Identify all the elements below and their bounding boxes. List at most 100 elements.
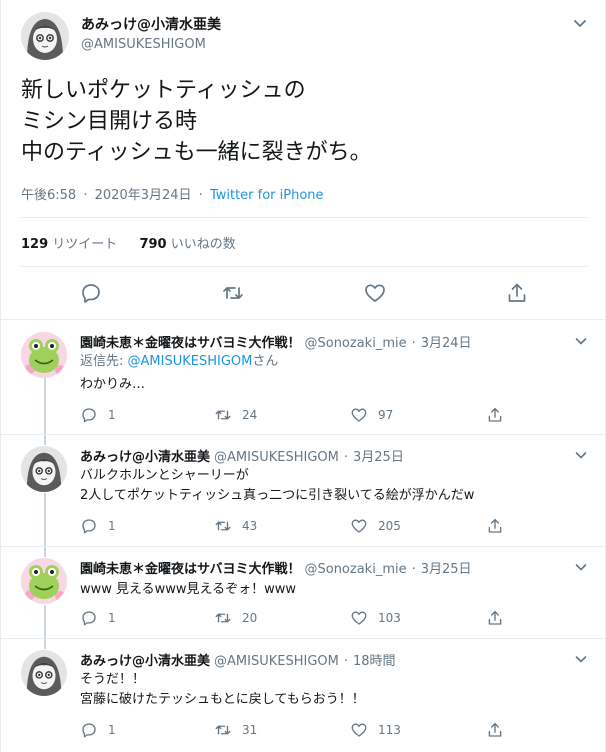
reply-tweet[interactable]: 園崎未恵＊金曜夜はサバヨミ大作戦！ @Sonozaki_mie · 3月25日 www…: [1, 547, 606, 639]
like-action[interactable]: 103: [350, 609, 401, 627]
reply-icon[interactable]: [79, 281, 103, 305]
author-handle[interactable]: @AMISUKESHIGOM: [214, 654, 339, 669]
reply-to-handle[interactable]: @AMISUKESHIGOM: [128, 354, 253, 369]
divider: [21, 266, 587, 267]
retweet-icon: [215, 521, 231, 531]
reply-header: あみっけ@小清水亜美 @AMISUKESHIGOM · 3月25日: [80, 446, 404, 465]
retweet-action[interactable]: 20: [214, 609, 257, 627]
reply-to-suffix: さん: [252, 354, 279, 369]
author-name[interactable]: あみっけ@小清水亜美: [81, 14, 221, 34]
likes-label: いいねの数: [170, 237, 236, 252]
retweet-action[interactable]: 24: [214, 406, 257, 424]
separator: ·: [198, 188, 203, 203]
reply-icon: [82, 611, 96, 626]
reply-count: 1: [108, 611, 116, 625]
retweet-count: 43: [242, 519, 258, 533]
retweet-count: 31: [242, 723, 258, 737]
share-icon[interactable]: [505, 281, 529, 305]
retweet-action[interactable]: 43: [214, 517, 257, 535]
like-action[interactable]: 205: [350, 517, 401, 535]
retweets-stat[interactable]: 129 リツイート: [21, 237, 121, 252]
reply-action[interactable]: 1: [80, 721, 116, 739]
reply-text-line: 宮藤に破けたテッシュもとに戻してもらおう！！: [80, 692, 365, 707]
reply-action[interactable]: 1: [80, 406, 116, 424]
author-handle[interactable]: @Sonozaki_mie: [304, 336, 406, 351]
reply-tweet[interactable]: 園崎未恵＊金曜夜はサバヨミ大作戦！ @Sonozaki_mie · 3月24日 返信先…: [1, 320, 606, 435]
reply-text-line: www 見えるwww見えるぞォ！www: [80, 582, 297, 597]
reply-icon: [82, 723, 96, 738]
retweet-icon: [215, 410, 231, 420]
share-icon[interactable]: [486, 406, 504, 424]
tweet-source[interactable]: Twitter for iPhone: [210, 188, 324, 203]
retweets-label: リツイート: [52, 237, 118, 252]
separator: ·: [343, 654, 348, 669]
retweet-icon[interactable]: [221, 281, 245, 305]
reply-text-line: そうだ！！: [80, 672, 146, 687]
reply-text: そうだ！！ 宮藤に破けたテッシュもとに戻してもらおう！！: [80, 670, 365, 710]
chevron-down-icon[interactable]: [573, 447, 589, 463]
reply-count: 1: [108, 408, 116, 422]
retweets-count: 129: [21, 237, 49, 252]
divider: [21, 217, 587, 218]
author-name[interactable]: あみっけ@小清水亜美: [80, 450, 210, 465]
like-icon: [351, 723, 367, 737]
avatar-sonozaki[interactable]: [21, 332, 67, 378]
separator: ·: [411, 562, 416, 577]
thread-line: [44, 605, 46, 638]
tweet-text-line: ミシン目開ける時: [21, 109, 198, 134]
chevron-down-icon[interactable]: [573, 651, 589, 667]
thread-line: [44, 435, 46, 445]
reply-header: 園崎未恵＊金曜夜はサバヨミ大作戦！ @Sonozaki_mie · 3月25日: [80, 558, 472, 577]
tweet-date[interactable]: 3月25日: [421, 562, 472, 577]
like-count: 103: [378, 611, 401, 625]
reply-text: わかりみ…: [80, 375, 145, 395]
like-icon[interactable]: [363, 281, 387, 305]
share-icon[interactable]: [486, 517, 504, 535]
reply-tweet[interactable]: あみっけ@小清水亜美 @AMISUKESHIGOM · 3月25日 バルクホルンとシャ…: [1, 435, 606, 547]
reply-action[interactable]: 1: [80, 517, 116, 535]
tweet-timestamp: 午後6:58 · 2020年3月24日 · Twitter for iPhone: [21, 184, 324, 203]
tweet-date[interactable]: 2020年3月24日: [95, 188, 192, 203]
author-handle[interactable]: @AMISUKESHIGOM: [81, 37, 206, 52]
like-count: 113: [378, 723, 401, 737]
avatar-sonozaki[interactable]: [21, 558, 67, 604]
thread-line: [44, 493, 46, 546]
like-count: 97: [378, 408, 394, 422]
reply-icon: [82, 519, 96, 534]
tweet-date[interactable]: 18時間: [353, 654, 396, 669]
avatar-amisuke[interactable]: [21, 650, 67, 696]
reply-header: 園崎未恵＊金曜夜はサバヨミ大作戦！ @Sonozaki_mie · 3月24日: [80, 332, 472, 351]
likes-stat[interactable]: 790 いいねの数: [139, 237, 235, 252]
avatar-amisuke[interactable]: [21, 446, 67, 492]
share-icon[interactable]: [486, 721, 504, 739]
author-name[interactable]: 園崎未恵＊金曜夜はサバヨミ大作戦！: [80, 562, 300, 577]
author-name[interactable]: 園崎未恵＊金曜夜はサバヨミ大作戦！: [80, 336, 300, 351]
reply-tweet[interactable]: あみっけ@小清水亜美 @AMISUKESHIGOM · 18時間 そうだ！！ 宮藤に破…: [1, 639, 606, 752]
retweet-icon: [215, 613, 231, 623]
like-action[interactable]: 97: [350, 406, 393, 424]
tweet-conversation: あみっけ@小清水亜美 @AMISUKESHIGOM 新しいポケットティッシュの …: [0, 0, 606, 752]
retweet-count: 20: [242, 611, 258, 625]
reply-action[interactable]: 1: [80, 609, 116, 627]
separator: ·: [411, 336, 416, 351]
avatar-amisuke[interactable]: [21, 12, 69, 60]
chevron-down-icon[interactable]: [573, 333, 589, 349]
like-icon: [351, 611, 367, 625]
retweet-action[interactable]: 31: [214, 721, 257, 739]
tweet-date[interactable]: 3月25日: [353, 450, 404, 465]
reply-text: バルクホルンとシャーリーが 2人してポケットティッシュ真っ二つに引き裂いてる絵が…: [80, 466, 474, 506]
like-action[interactable]: 113: [350, 721, 401, 739]
tweet-date[interactable]: 3月24日: [421, 336, 472, 351]
chevron-down-icon[interactable]: [571, 14, 589, 32]
chevron-down-icon[interactable]: [573, 559, 589, 575]
share-icon[interactable]: [486, 609, 504, 627]
retweet-count: 24: [242, 408, 258, 422]
tweet-time[interactable]: 午後6:58: [21, 188, 76, 203]
reply-count: 1: [108, 723, 116, 737]
tweet-text: 新しいポケットティッシュの ミシン目開ける時 中のティッシュも一緒に裂きがち。: [21, 75, 581, 168]
author-handle[interactable]: @Sonozaki_mie: [304, 562, 406, 577]
thread-line: [44, 547, 46, 557]
author-handle[interactable]: @AMISUKESHIGOM: [214, 450, 339, 465]
author-name[interactable]: あみっけ@小清水亜美: [80, 654, 210, 669]
reply-header: あみっけ@小清水亜美 @AMISUKESHIGOM · 18時間: [80, 650, 396, 669]
